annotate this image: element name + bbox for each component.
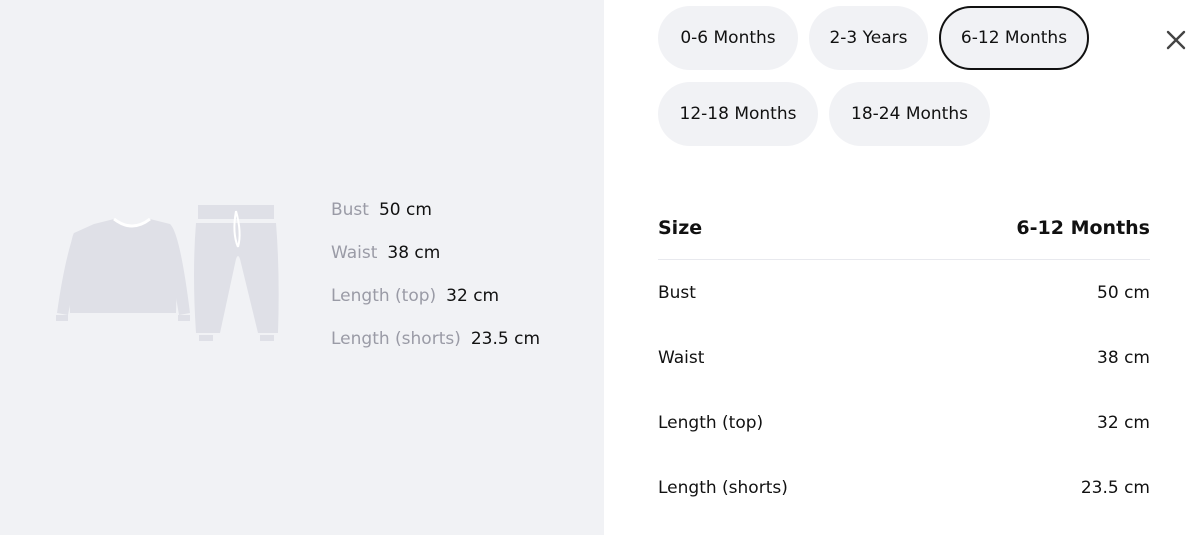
summary-row: Length (shorts) 23.5 cm bbox=[331, 326, 540, 369]
size-option-2-3-years[interactable]: 2-3 Years bbox=[809, 6, 928, 70]
table-header-value: 6-12 Months bbox=[1016, 216, 1150, 239]
summary-row: Bust 50 cm bbox=[331, 197, 540, 240]
size-option-label: 2-3 Years bbox=[829, 28, 908, 48]
size-guide-modal: Bust 50 cm Waist 38 cm Length (top) 32 cm L… bbox=[0, 0, 1195, 535]
size-option-label: 0-6 Months bbox=[680, 28, 776, 48]
table-row-label: Length (top) bbox=[658, 412, 764, 433]
summary-label: Length (top) bbox=[331, 286, 437, 306]
table-row-label: Waist bbox=[658, 347, 705, 368]
size-option-12-18-months[interactable]: 12-18 Months bbox=[658, 82, 818, 146]
summary-row: Length (top) 32 cm bbox=[331, 283, 540, 326]
summary-label: Bust bbox=[331, 200, 369, 220]
table-row-label: Length (shorts) bbox=[658, 477, 788, 498]
size-option-18-24-months[interactable]: 18-24 Months bbox=[829, 82, 990, 146]
close-icon bbox=[1166, 30, 1186, 50]
table-row: Waist 38 cm bbox=[658, 325, 1150, 390]
table-row: Length (shorts) 23.5 cm bbox=[658, 455, 1150, 520]
table-row-value: 50 cm bbox=[1097, 282, 1150, 303]
measurement-summary: Bust 50 cm Waist 38 cm Length (top) 32 cm L… bbox=[331, 197, 540, 369]
table-row-value: 32 cm bbox=[1097, 412, 1150, 433]
summary-value: 32 cm bbox=[446, 286, 500, 306]
garment-illustration bbox=[56, 205, 279, 341]
table-row: Bust 50 cm bbox=[658, 260, 1150, 325]
size-option-label: 12-18 Months bbox=[679, 104, 797, 124]
size-option-6-12-months[interactable]: 6-12 Months bbox=[939, 6, 1089, 70]
table-row-value: 23.5 cm bbox=[1080, 477, 1150, 498]
size-option-0-6-months[interactable]: 0-6 Months bbox=[658, 6, 798, 70]
table-header: Size 6-12 Months bbox=[658, 196, 1150, 260]
size-option-label: 6-12 Months bbox=[960, 28, 1068, 48]
summary-label: Length (shorts) bbox=[331, 329, 461, 349]
pants-icon bbox=[194, 205, 279, 341]
table-row-value: 38 cm bbox=[1097, 347, 1150, 368]
sweater-icon bbox=[56, 217, 190, 321]
summary-label: Waist bbox=[331, 243, 378, 263]
size-option-label: 18-24 Months bbox=[851, 104, 968, 124]
summary-row: Waist 38 cm bbox=[331, 240, 540, 283]
table-row: Length (top) 32 cm bbox=[658, 390, 1150, 455]
size-table: Size 6-12 Months Bust 50 cm Waist 38 cm … bbox=[658, 196, 1150, 520]
summary-value: 50 cm bbox=[378, 200, 432, 220]
summary-value: 38 cm bbox=[387, 243, 441, 263]
illustration-panel: Bust 50 cm Waist 38 cm Length (top) 32 cm L… bbox=[0, 0, 604, 535]
close-button[interactable] bbox=[1162, 26, 1190, 54]
table-header-label: Size bbox=[658, 216, 703, 239]
summary-value: 23.5 cm bbox=[470, 329, 541, 349]
table-row-label: Bust bbox=[658, 282, 696, 303]
